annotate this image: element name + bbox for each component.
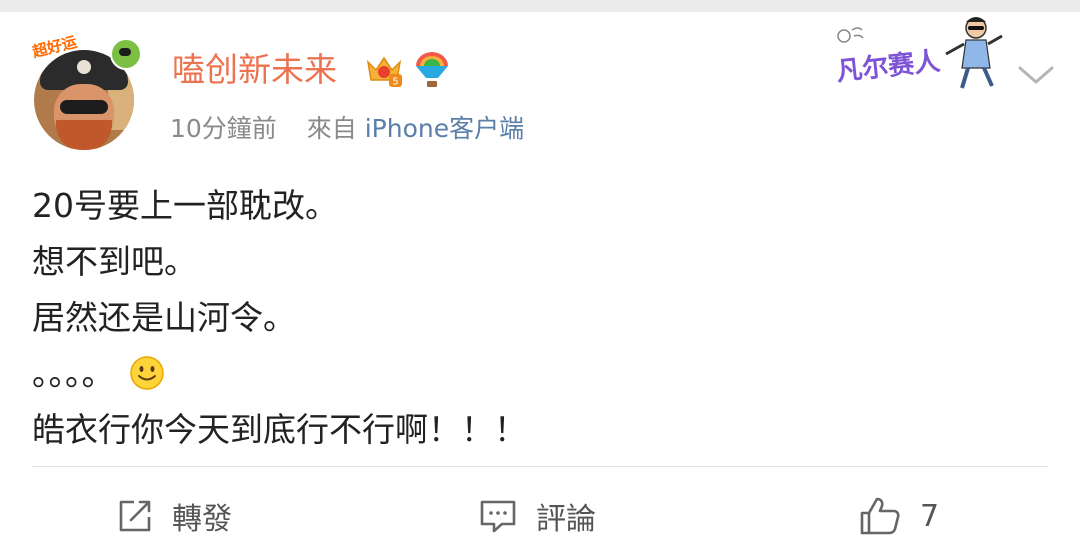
top-separator-strip xyxy=(0,0,1080,12)
post-time: 10分鐘前 xyxy=(170,114,277,143)
comment-button[interactable]: 評論 xyxy=(478,492,596,540)
card-decoration-badge[interactable]: 凡尔赛人 xyxy=(826,14,1006,94)
rainbow-hot-air-balloon-icon[interactable] xyxy=(412,50,452,90)
repost-label: 轉發 xyxy=(172,502,232,537)
post-line: 皓衣行你今天到底行不行啊！！！ xyxy=(32,410,527,449)
post-line-dots: 。。。。 xyxy=(32,354,115,393)
repost-button[interactable]: 轉發 xyxy=(116,492,232,540)
divider xyxy=(32,466,1048,467)
post-line: 想不到吧。 xyxy=(32,242,197,281)
comment-label: 評論 xyxy=(536,502,596,537)
post-line-with-emoji: 。。。。 xyxy=(32,346,527,402)
smile-emoji-icon xyxy=(130,356,164,390)
post-meta: 10分鐘前 來自 iPhone客户端 xyxy=(170,112,524,146)
post-line: 居然还是山河令。 xyxy=(32,298,296,337)
svg-text:5: 5 xyxy=(392,77,398,88)
thumbs-up-icon xyxy=(860,497,900,535)
avatar[interactable]: 超好运 xyxy=(31,33,142,150)
post-line: 20号要上一部耽改。 xyxy=(32,186,338,225)
comment-icon xyxy=(480,500,516,533)
like-button[interactable]: 7 xyxy=(858,492,939,540)
post-source[interactable]: iPhone客户端 xyxy=(365,114,524,143)
chevron-down-icon[interactable] xyxy=(1016,60,1056,90)
vip-crown-icon[interactable]: 5 xyxy=(364,50,404,90)
avatar-mascot-icon xyxy=(110,38,142,70)
source-prefix: 來自 xyxy=(306,114,357,143)
post-content: 20号要上一部耽改。 想不到吧。 居然还是山河令。 。。。。 皓衣行你今天到底行… xyxy=(32,178,527,458)
like-count: 7 xyxy=(920,498,940,534)
repost-icon xyxy=(119,500,151,532)
username[interactable]: 嗑创新未来 xyxy=(172,50,337,90)
